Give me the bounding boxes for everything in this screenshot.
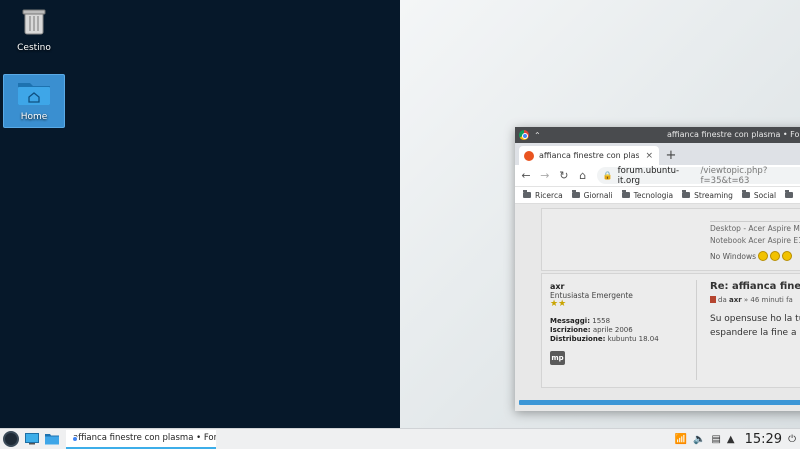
bookmark-label: Tecnologia — [633, 190, 674, 200]
desktop-wallpaper-dark — [0, 0, 400, 428]
smiley-icon — [770, 251, 781, 261]
file-manager-button[interactable] — [42, 429, 62, 449]
signature-line: Notebook Acer Aspire E1 — [710, 236, 800, 245]
desktop-icon-home[interactable]: Home — [3, 74, 65, 128]
stat-value: kubuntu 18.04 — [607, 335, 659, 343]
application-launcher[interactable] — [0, 429, 22, 449]
bookmark-label: Giornali — [583, 190, 613, 200]
volume-icon[interactable]: 🔈 — [693, 434, 705, 445]
bookmark-folder[interactable]: Giornali — [571, 190, 613, 200]
post-body-line: espandere la fine a m — [710, 328, 800, 338]
taskbar: affianca finestre con plasma • For... 📶 … — [0, 428, 800, 449]
chrome-icon — [519, 130, 529, 140]
url-domain: forum.ubuntu-it.org — [617, 165, 680, 186]
back-icon[interactable]: ← — [521, 169, 531, 182]
smiley-icon — [758, 251, 769, 261]
tab-close-icon[interactable]: × — [645, 151, 653, 161]
meta-time: » 46 minuti fa — [743, 296, 793, 304]
browser-window[interactable]: ⌃ affianca finestre con plasma • Forum a… — [515, 127, 800, 411]
show-desktop-button[interactable] — [22, 429, 42, 449]
wifi-icon[interactable]: 📶 — [675, 434, 687, 445]
bookmark-folder[interactable]: Tecnologia — [621, 190, 674, 200]
stat-value: aprile 2006 — [592, 326, 633, 334]
clock[interactable]: 15:29 — [745, 432, 782, 447]
address-bar[interactable]: 🔒 forum.ubuntu-it.org/viewtopic.php?f=35… — [596, 165, 800, 186]
system-tray: 📶 🔈 ▤ ▲ 15:29 ⏻ — [675, 429, 800, 449]
bookmark-folder[interactable] — [785, 190, 794, 198]
post-meta: da axr » 46 minuti fa — [710, 296, 793, 304]
bookmark-folder[interactable]: Streaming — [682, 190, 733, 200]
desktop-icon-label: Home — [20, 112, 48, 122]
meta-prefix: da — [718, 296, 727, 304]
folder-icon — [45, 434, 59, 445]
notes-icon[interactable]: ▤ — [711, 434, 720, 445]
keep-above-icon[interactable]: ⌃ — [534, 131, 541, 140]
tab-active[interactable]: affianca finestre con plasma × — [519, 146, 659, 165]
desktop-icon — [25, 433, 39, 445]
folder-icon — [523, 190, 531, 198]
folder-icon — [621, 190, 630, 198]
window-title: affianca finestre con plasma • Forum — [667, 130, 800, 139]
forum-post: Desktop - Acer Aspire M5 Notebook Acer A… — [541, 208, 800, 271]
stat-key: Iscrizione: — [550, 326, 591, 334]
tab-strip: affianca finestre con plasma × + — [515, 143, 800, 165]
forum-post: axr Entusiasta Emergente ★★ Messaggi: 15… — [541, 273, 800, 388]
trash-icon — [22, 9, 46, 35]
tray-expand-icon[interactable]: ▲ — [727, 434, 735, 445]
column-divider — [696, 280, 697, 380]
window-titlebar[interactable]: ⌃ affianca finestre con plasma • Forum — [515, 127, 800, 143]
bookmarks-bar: Ricerca Giornali Tecnologia Streaming So… — [515, 187, 800, 204]
post-body-line: Su opensuse ho la tu — [710, 314, 800, 324]
taskbar-item-chrome[interactable]: affianca finestre con plasma • For... — [66, 429, 216, 449]
bookmark-folder[interactable]: Social — [741, 190, 777, 200]
post-title[interactable]: Re: affianca finest — [710, 281, 800, 292]
new-tab-button[interactable]: + — [662, 146, 680, 165]
home-folder-icon — [18, 83, 50, 105]
private-message-button[interactable]: mp — [550, 351, 565, 365]
post-icon — [710, 296, 716, 303]
url-path: /viewtopic.php?f=35&t=63 — [700, 165, 768, 186]
bookmark-folder[interactable]: Ricerca — [523, 190, 563, 200]
folder-icon — [741, 190, 750, 198]
author-name[interactable]: axr — [550, 282, 659, 291]
author-stats: Messaggi: 1558 Iscrizione: aprile 2006 D… — [550, 317, 659, 344]
stat-value: 1558 — [592, 317, 611, 325]
bookmark-label: Ricerca — [535, 190, 563, 200]
bookmark-label: Social — [753, 190, 777, 200]
forward-icon[interactable]: → — [540, 169, 550, 182]
home-icon[interactable]: ⌂ — [578, 169, 588, 182]
lock-icon: 🔒 — [602, 171, 613, 180]
desktop-icon-trash[interactable]: Cestino — [3, 6, 65, 53]
rank-stars-icon: ★★ — [550, 299, 567, 309]
task-label: affianca finestre con plasma • For... — [73, 433, 216, 443]
post-signature: Desktop - Acer Aspire M5 Notebook Acer A… — [710, 221, 800, 247]
power-icon[interactable]: ⏻ — [788, 434, 796, 445]
smiley-icon — [782, 251, 793, 261]
opensuse-logo-icon — [3, 431, 19, 447]
horizontal-scrollbar[interactable] — [519, 400, 800, 405]
post-body: Su opensuse ho la tu espandere la fine a… — [710, 312, 800, 340]
ubuntu-favicon-icon — [524, 150, 534, 161]
tab-label: affianca finestre con plasma — [539, 151, 639, 160]
folder-icon — [682, 190, 691, 198]
signature-line: Desktop - Acer Aspire M5 — [710, 224, 800, 233]
meta-author[interactable]: axr — [729, 296, 742, 304]
author-rank: Entusiasta Emergente — [550, 291, 633, 300]
bookmark-label: Streaming — [694, 190, 733, 200]
post-author-panel: axr Entusiasta Emergente ★★ Messaggi: 15… — [550, 282, 659, 365]
stat-key: Distribuzione: — [550, 335, 606, 343]
folder-icon — [785, 190, 794, 198]
stat-key: Messaggi: — [550, 317, 590, 325]
folder-icon — [571, 190, 580, 198]
no-windows-text: No Windows — [710, 251, 757, 261]
desktop-icon-label: Cestino — [17, 43, 51, 53]
page-content: Desktop - Acer Aspire M5 Notebook Acer A… — [515, 204, 800, 411]
signature-no-windows: No Windows — [710, 251, 793, 261]
navigation-bar: ← → ↻ ⌂ 🔒 forum.ubuntu-it.org/viewtopic.… — [515, 165, 800, 187]
reload-icon[interactable]: ↻ — [559, 169, 569, 182]
